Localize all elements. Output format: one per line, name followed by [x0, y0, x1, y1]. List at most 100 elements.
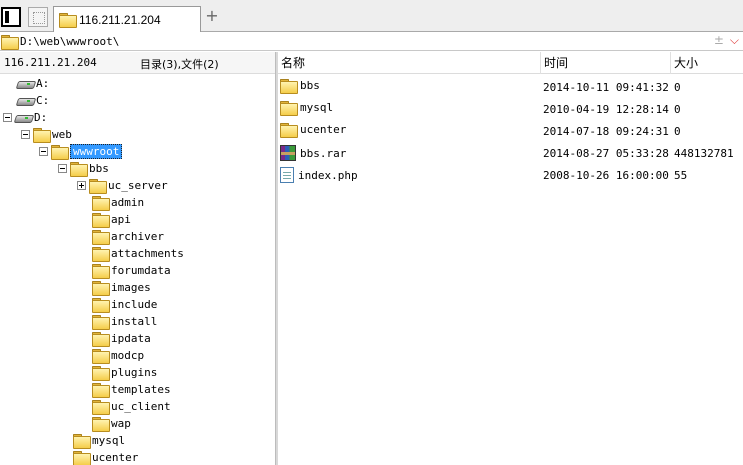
folder-icon [51, 145, 69, 160]
tree-item-images[interactable]: images [92, 279, 151, 296]
collapse-icon[interactable] [58, 164, 67, 173]
file-name: bbs [300, 79, 320, 92]
folder-icon [92, 417, 110, 432]
tree-item-web[interactable]: web [21, 126, 72, 143]
file-list-header: 名称 时间 大小 [278, 52, 743, 74]
folder-icon [92, 349, 110, 364]
tree-item-modcp[interactable]: modcp [92, 347, 144, 364]
folder-icon [92, 230, 110, 245]
folder-icon [280, 79, 298, 94]
folder-icon [33, 128, 51, 143]
tree-item-mysql[interactable]: mysql [73, 432, 125, 449]
tree-item-label: templates [111, 383, 171, 396]
tab-host[interactable]: 116.211.21.204 [53, 6, 201, 32]
file-size: 55 [674, 169, 688, 182]
file-row-ucenter[interactable]: ucenter 2014-07-18 09:24:31 0 [278, 121, 743, 143]
tree-item-label: archiver [111, 230, 164, 243]
file-size: 0 [674, 81, 681, 94]
rar-archive-icon [280, 145, 296, 161]
column-header-time[interactable]: 时间 [541, 52, 671, 74]
tree-item-ucenter[interactable]: ucenter [73, 449, 138, 465]
tree-item-label: api [111, 213, 131, 226]
tree-item-plugins[interactable]: plugins [92, 364, 157, 381]
folder-icon [92, 281, 110, 296]
tree-item-uc-client[interactable]: uc_client [92, 398, 171, 415]
collapse-icon[interactable] [21, 130, 30, 139]
file-time: 2014-08-27 05:33:28 [543, 147, 669, 160]
tree-item-label: ucenter [92, 451, 139, 464]
tree-item-api[interactable]: api [92, 211, 131, 228]
tree-item-forumdata[interactable]: forumdata [92, 262, 171, 279]
tree-item-admin[interactable]: admin [92, 194, 144, 211]
tree-item-wwwroot[interactable]: wwwroot [39, 143, 123, 160]
folder-icon [92, 213, 110, 228]
tree-item-bbs[interactable]: bbs [58, 160, 109, 177]
folder-icon [59, 13, 77, 28]
tree-item-label: uc_client [111, 400, 171, 413]
folder-icon [92, 196, 110, 211]
file-name: index.php [298, 168, 358, 182]
tree-item-label: ipdata [111, 332, 151, 345]
tree-item-drive-d[interactable]: D: [3, 109, 47, 126]
tree-item-label: A: [36, 77, 50, 90]
php-file-icon [280, 167, 294, 183]
tree-item-label: bbs [89, 162, 109, 175]
drive-icon [17, 96, 33, 106]
folder-icon [92, 383, 110, 398]
drive-icon [15, 113, 31, 123]
host-address: 116.211.21.204 [4, 56, 97, 69]
file-row-index-php[interactable]: index.php 2008-10-26 16:00:00 55 [278, 165, 743, 187]
blank-tab-button[interactable] [28, 7, 48, 27]
tree-item-archiver[interactable]: archiver [92, 228, 164, 245]
file-row-mysql[interactable]: mysql 2010-04-19 12:28:14 0 [278, 99, 743, 121]
file-time: 2014-07-18 09:24:31 [543, 125, 669, 138]
collapse-icon[interactable] [3, 113, 12, 122]
tab-label: 116.211.21.204 [79, 12, 161, 27]
file-row-bbs[interactable]: bbs 2014-10-11 09:41:32 0 [278, 77, 743, 99]
directory-tree: A: C: D: web wwwroot bbs uc_server admin… [0, 75, 275, 465]
file-size: 448132781 [674, 147, 734, 160]
tree-item-label: web [52, 128, 72, 141]
folder-icon [92, 315, 110, 330]
folder-icon [92, 247, 110, 262]
chevron-down-icon[interactable]: ⌵ [730, 33, 739, 48]
folder-icon [92, 400, 110, 415]
item-count: 目录(3),文件(2) [140, 58, 219, 71]
address-bar[interactable]: D:\web\wwwroot\ ± ⌵ [0, 32, 743, 51]
file-size: 0 [674, 125, 681, 138]
folder-icon [280, 123, 298, 138]
tree-item-label: D: [34, 111, 48, 124]
tree-item-include[interactable]: include [92, 296, 157, 313]
file-row-bbs-rar[interactable]: bbs.rar 2014-08-27 05:33:28 448132781 [278, 143, 743, 165]
file-time: 2014-10-11 09:41:32 [543, 81, 669, 94]
column-header-name[interactable]: 名称 [278, 52, 541, 74]
tree-item-wap[interactable]: wap [92, 415, 131, 432]
tree-item-ipdata[interactable]: ipdata [92, 330, 151, 347]
bookmark-icon[interactable]: ± [714, 33, 724, 48]
tree-item-install[interactable]: install [92, 313, 157, 330]
new-tab-button[interactable]: + [204, 7, 220, 25]
tree-item-label: uc_server [108, 179, 168, 192]
collapse-icon[interactable] [39, 147, 48, 156]
tree-item-label: install [111, 315, 158, 328]
tree-item-label-selected: wwwroot [70, 144, 123, 159]
folder-icon [73, 434, 91, 449]
address-path[interactable]: D:\web\wwwroot\ [20, 35, 119, 48]
tree-item-drive-a[interactable]: A: [17, 75, 49, 92]
tab-bar: 116.211.21.204 + [0, 0, 743, 32]
tree-item-templates[interactable]: templates [92, 381, 171, 398]
tree-item-attachments[interactable]: attachments [92, 245, 184, 262]
expand-icon[interactable] [77, 181, 86, 190]
folder-icon [280, 101, 298, 116]
column-header-size[interactable]: 大小 [671, 52, 743, 74]
tree-item-label: C: [36, 94, 50, 107]
tree-item-label: admin [111, 196, 145, 209]
tree-item-drive-c[interactable]: C: [17, 92, 49, 109]
left-panel-header: 116.211.21.204 目录(3),文件(2) [0, 52, 275, 74]
tree-item-uc-server[interactable]: uc_server [77, 177, 168, 194]
panel-toggle-button[interactable] [1, 7, 21, 27]
tree-item-label: images [111, 281, 151, 294]
tree-item-label: wap [111, 417, 131, 430]
folder-icon [92, 366, 110, 381]
tree-item-label: include [111, 298, 158, 311]
